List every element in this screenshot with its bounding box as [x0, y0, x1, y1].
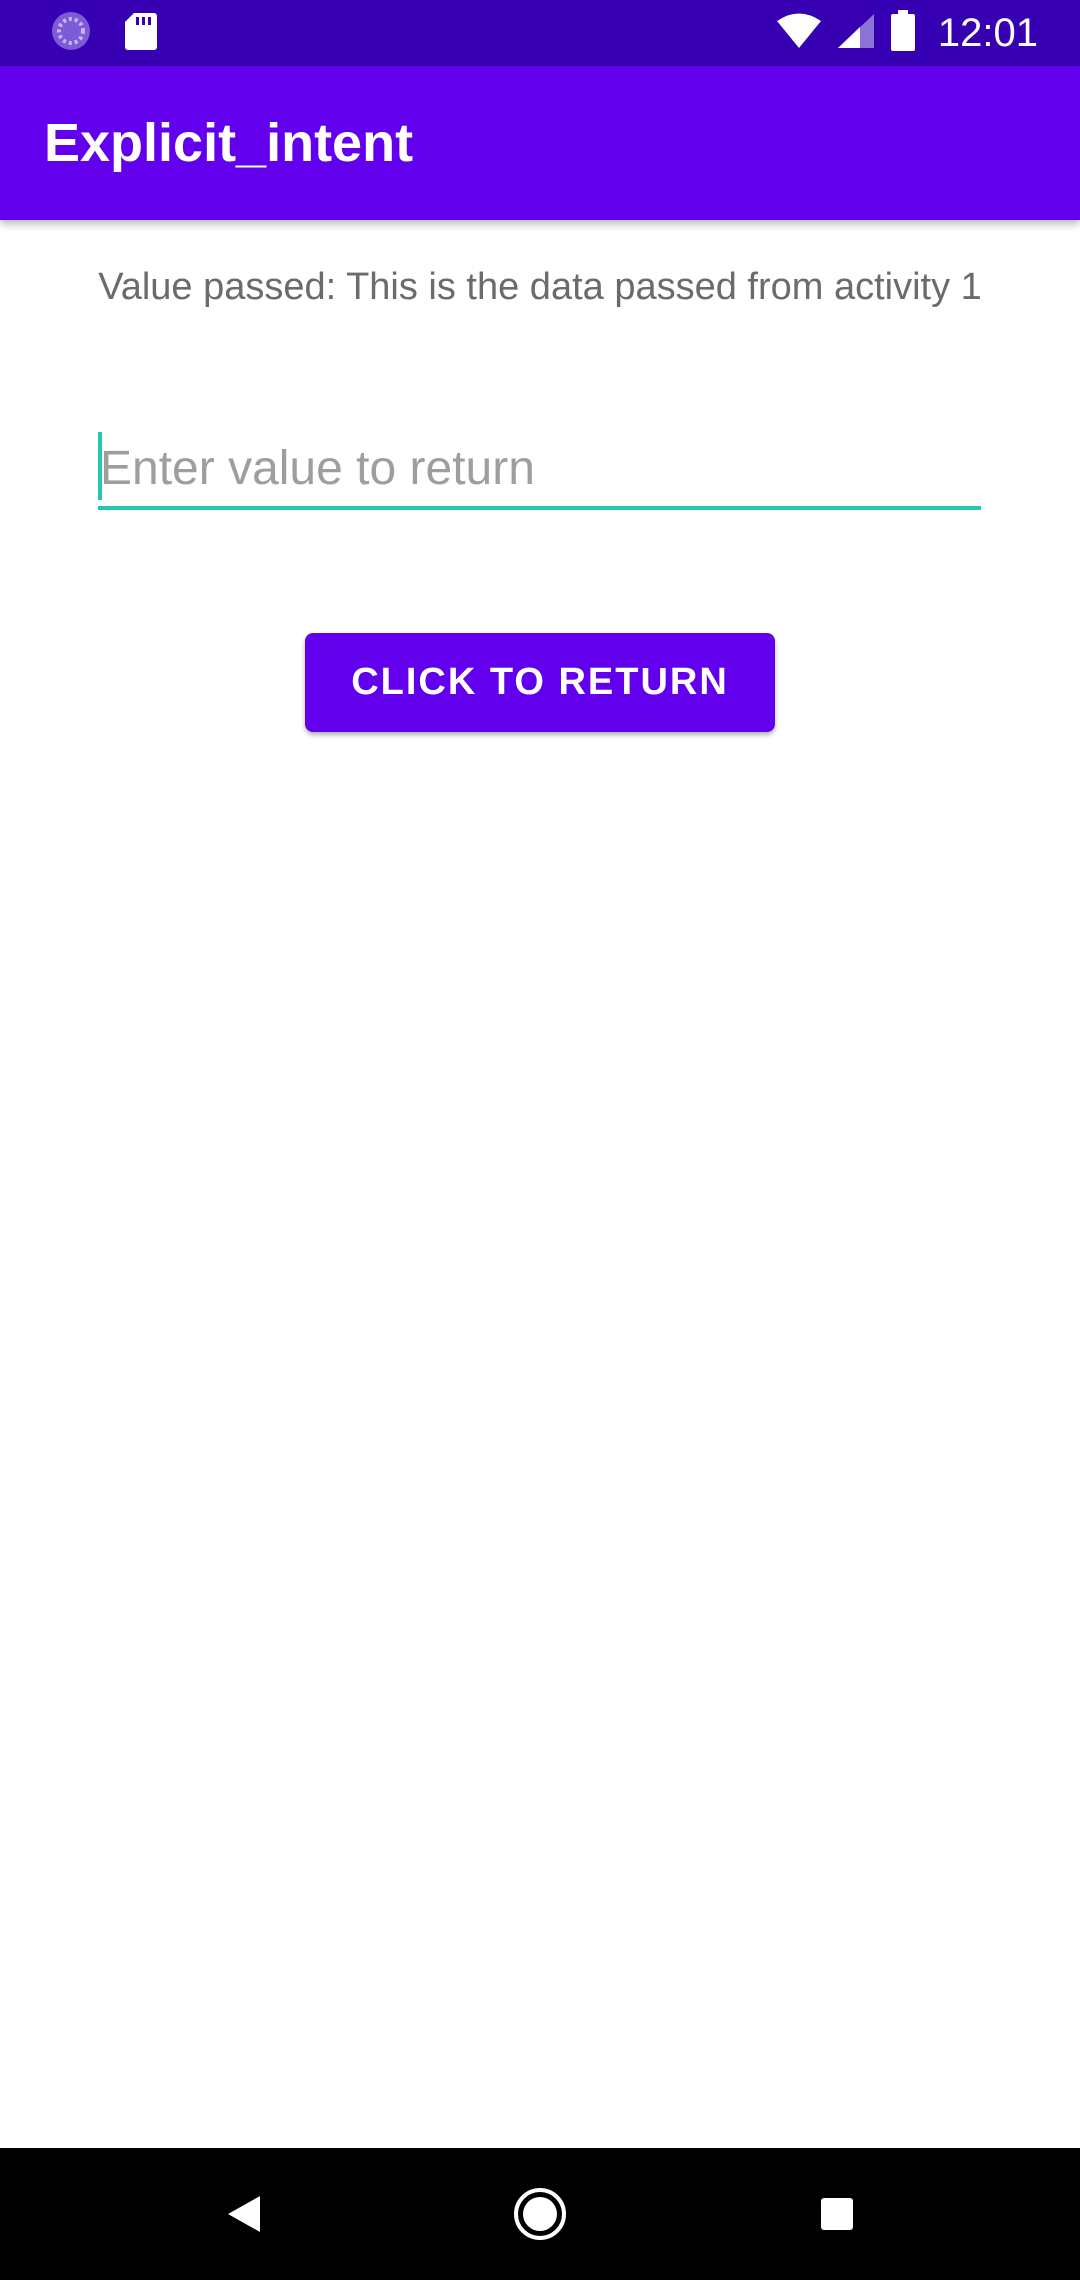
status-right-icons: 12:01: [776, 8, 1038, 58]
battery-icon: [890, 9, 916, 57]
wifi-icon: [776, 12, 822, 55]
value-passed-text: Value passed: This is the data passed fr…: [98, 266, 982, 308]
loading-icon: [50, 10, 92, 57]
status-left-icons: [50, 10, 158, 57]
text-cursor: [98, 432, 102, 500]
return-value-field[interactable]: [98, 430, 983, 510]
return-value-input[interactable]: [98, 430, 983, 506]
sd-card-icon: [124, 11, 158, 56]
click-to-return-button[interactable]: CLICK TO RETURN: [305, 633, 775, 732]
status-bar: 12:01: [0, 0, 1080, 66]
navigation-bar: [0, 2148, 1080, 2280]
back-icon[interactable]: [214, 2184, 274, 2244]
screen: 12:01 Explicit_intent Value passed: This…: [0, 0, 1080, 2280]
signal-icon: [836, 12, 876, 55]
app-bar: Explicit_intent: [0, 66, 1080, 220]
app-title: Explicit_intent: [44, 113, 414, 173]
recents-icon[interactable]: [807, 2184, 867, 2244]
status-time: 12:01: [937, 10, 1038, 55]
home-icon[interactable]: [510, 2184, 570, 2244]
